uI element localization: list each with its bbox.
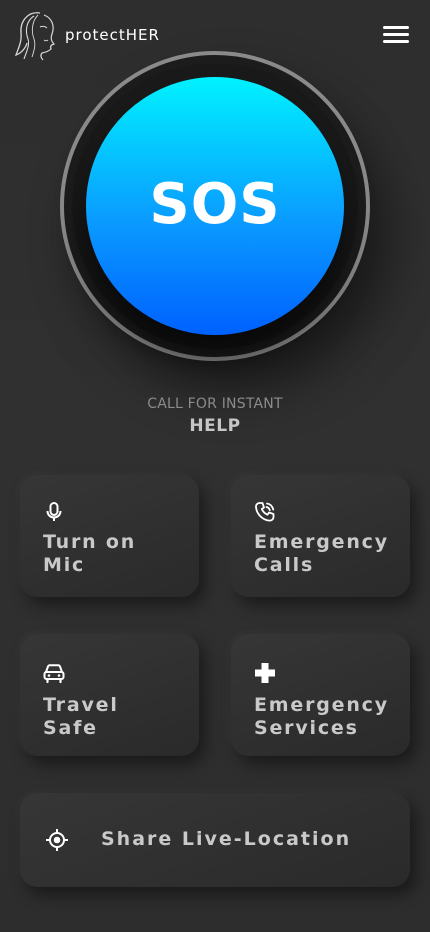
woman-profile-logo-icon <box>14 12 56 61</box>
call-instant-caption: CALL FOR INSTANT <box>147 396 283 412</box>
hamburger-menu-icon[interactable] <box>380 23 412 49</box>
sos-button[interactable]: SOS <box>86 77 344 335</box>
phone-ringing-icon <box>255 502 275 522</box>
sos-label: SOS <box>149 171 281 237</box>
emergency-services-button[interactable]: Emergency Services <box>231 634 410 756</box>
microphone-icon <box>46 502 62 521</box>
emergency-services-label: Emergency Services <box>254 694 389 739</box>
travel-safe-button[interactable]: Travel Safe <box>20 634 199 756</box>
turn-on-mic-label: Turn on Mic <box>43 531 137 576</box>
emergency-calls-button[interactable]: Emergency Calls <box>231 475 410 597</box>
share-live-location-button[interactable]: Share Live-Location <box>20 793 410 887</box>
car-icon <box>43 664 65 684</box>
help-caption: HELP <box>189 416 241 436</box>
medical-cross-icon <box>255 663 275 683</box>
travel-safe-label: Travel Safe <box>43 694 119 739</box>
share-live-location-label: Share Live-Location <box>101 828 352 850</box>
emergency-calls-label: Emergency Calls <box>254 531 389 576</box>
turn-on-mic-button[interactable]: Turn on Mic <box>20 475 199 597</box>
location-target-icon <box>46 829 68 851</box>
app-screen: protectHER SOS CALL FOR INSTANT HELP Tur… <box>0 0 430 932</box>
brand-name: protectHER <box>65 26 160 44</box>
